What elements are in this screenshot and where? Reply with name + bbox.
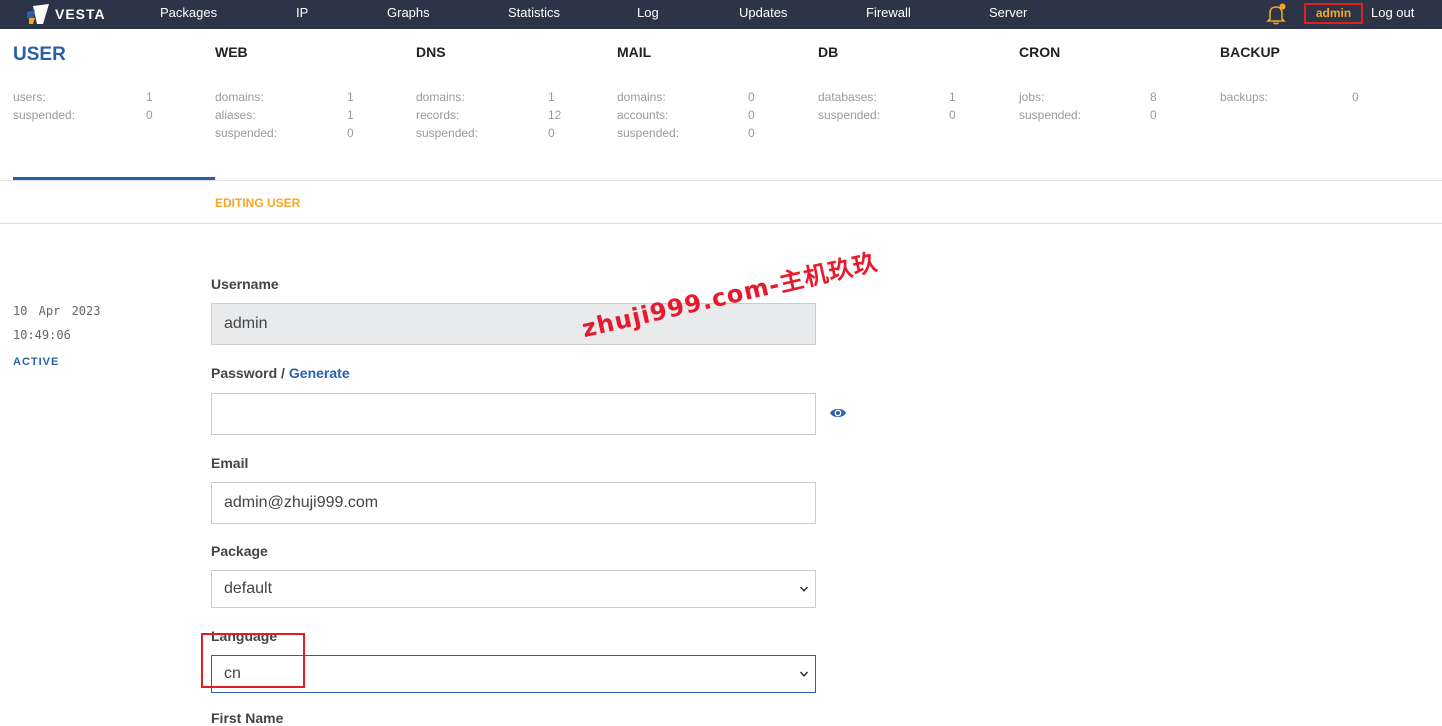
stat-label: accounts: xyxy=(617,108,669,122)
stat-label: aliases: xyxy=(215,108,256,122)
stat-value: 0 xyxy=(548,126,555,140)
stat-db[interactable]: DB databases: 1 suspended: 0 xyxy=(818,44,1018,126)
nav-packages[interactable]: Packages xyxy=(160,5,217,20)
stat-label: suspended: xyxy=(818,108,881,122)
stat-user[interactable]: USER users: 1 suspended: 0 xyxy=(13,44,213,126)
stat-row: suspended: 0 xyxy=(13,108,213,126)
stat-value: 1 xyxy=(347,90,354,104)
stat-web[interactable]: WEB domains: 1 aliases: 1 suspended: 0 xyxy=(215,44,415,144)
stat-label: databases: xyxy=(818,90,877,104)
stat-row: suspended: 0 xyxy=(1019,108,1219,126)
nav-statistics[interactable]: Statistics xyxy=(508,5,560,20)
current-user-link[interactable]: admin xyxy=(1304,3,1363,24)
password-label-row: Password / Generate xyxy=(211,365,350,381)
nav-ip[interactable]: IP xyxy=(296,5,308,20)
first-name-label: First Name xyxy=(211,710,284,726)
stat-label: suspended: xyxy=(1019,108,1082,122)
stat-web-title: WEB xyxy=(215,44,248,60)
nav-firewall[interactable]: Firewall xyxy=(866,5,911,20)
package-label: Package xyxy=(211,543,268,559)
email-field[interactable]: admin@zhuji999.com xyxy=(211,482,816,524)
stat-value: 1 xyxy=(146,90,153,104)
annotation-highlight-box xyxy=(201,633,305,688)
stat-value: 0 xyxy=(1150,108,1157,122)
divider xyxy=(0,180,1442,181)
username-label: Username xyxy=(211,276,279,292)
stat-row: records: 12 xyxy=(416,108,616,126)
stat-value: 0 xyxy=(748,108,755,122)
stat-cron-title: CRON xyxy=(1019,44,1061,60)
stat-label: domains: xyxy=(416,90,465,104)
stat-value: 0 xyxy=(748,90,755,104)
stat-value: 0 xyxy=(347,126,354,140)
nav-updates[interactable]: Updates xyxy=(739,5,787,20)
stat-label: domains: xyxy=(215,90,264,104)
stat-row: suspended: 0 xyxy=(617,126,817,144)
stat-row: suspended: 0 xyxy=(416,126,616,144)
generate-password-link[interactable]: Generate xyxy=(289,365,350,381)
package-select[interactable]: default xyxy=(211,570,816,608)
top-navigation-bar: VESTA Packages IP Graphs Statistics Log … xyxy=(0,0,1442,29)
stat-cron[interactable]: CRON jobs: 8 suspended: 0 xyxy=(1019,44,1219,126)
stat-row: domains: 0 xyxy=(617,90,817,108)
stat-row: aliases: 1 xyxy=(215,108,415,126)
stat-label: suspended: xyxy=(416,126,479,140)
divider xyxy=(0,223,1442,224)
stat-value: 1 xyxy=(949,90,956,104)
stat-label: users: xyxy=(13,90,46,104)
stat-row: jobs: 8 xyxy=(1019,90,1219,108)
stat-value: 1 xyxy=(548,90,555,104)
stat-value: 12 xyxy=(548,108,562,122)
password-field[interactable] xyxy=(211,393,816,435)
stat-user-title: USER xyxy=(13,44,66,65)
notification-bell-icon[interactable] xyxy=(1265,2,1287,26)
nav-log[interactable]: Log xyxy=(637,5,659,20)
stat-label: suspended: xyxy=(617,126,680,140)
created-time: 10:49:06 xyxy=(13,328,71,342)
stat-label: suspended: xyxy=(13,108,76,122)
stat-label: jobs: xyxy=(1019,90,1045,104)
chevron-down-icon xyxy=(799,586,809,592)
status-badge: ACTIVE xyxy=(13,356,60,368)
stat-row: users: 1 xyxy=(13,90,213,108)
email-label: Email xyxy=(211,455,249,471)
nav-server[interactable]: Server xyxy=(989,5,1027,20)
chevron-down-icon xyxy=(799,671,809,677)
stat-value: 1 xyxy=(347,108,354,122)
stat-row: backups: 0 xyxy=(1220,90,1420,108)
stat-value: 0 xyxy=(748,126,755,140)
page-subtitle: EDITING USER xyxy=(215,196,301,210)
vesta-logo-icon xyxy=(27,4,49,24)
package-selected-value: default xyxy=(224,580,273,597)
stat-row: suspended: 0 xyxy=(818,108,1018,126)
stat-mail[interactable]: MAIL domains: 0 accounts: 0 suspended: 0 xyxy=(617,44,817,144)
stat-backup-title: BACKUP xyxy=(1220,44,1280,60)
logo-text: VESTA xyxy=(55,6,106,22)
vesta-logo[interactable]: VESTA xyxy=(27,3,106,25)
nav-graphs[interactable]: Graphs xyxy=(387,5,430,20)
stat-value: 0 xyxy=(949,108,956,122)
stat-row: accounts: 0 xyxy=(617,108,817,126)
stat-row: domains: 1 xyxy=(416,90,616,108)
password-label: Password / xyxy=(211,365,285,381)
stat-dns[interactable]: DNS domains: 1 records: 12 suspended: 0 xyxy=(416,44,616,144)
stat-row: databases: 1 xyxy=(818,90,1018,108)
stat-label: domains: xyxy=(617,90,666,104)
stat-backup[interactable]: BACKUP backups: 0 xyxy=(1220,44,1420,108)
stat-value: 0 xyxy=(146,108,153,122)
stat-label: records: xyxy=(416,108,460,122)
stat-row: suspended: 0 xyxy=(215,126,415,144)
stat-db-title: DB xyxy=(818,44,839,60)
stat-value: 8 xyxy=(1150,90,1157,104)
created-date: 10 Apr 2023 xyxy=(13,304,101,318)
stat-dns-title: DNS xyxy=(416,44,446,60)
stat-value: 0 xyxy=(1352,90,1359,104)
logout-link[interactable]: Log out xyxy=(1371,5,1414,20)
stat-mail-title: MAIL xyxy=(617,44,652,60)
stat-label: suspended: xyxy=(215,126,278,140)
stat-label: backups: xyxy=(1220,90,1269,104)
show-password-eye-icon[interactable] xyxy=(829,406,847,420)
stat-row: domains: 1 xyxy=(215,90,415,108)
